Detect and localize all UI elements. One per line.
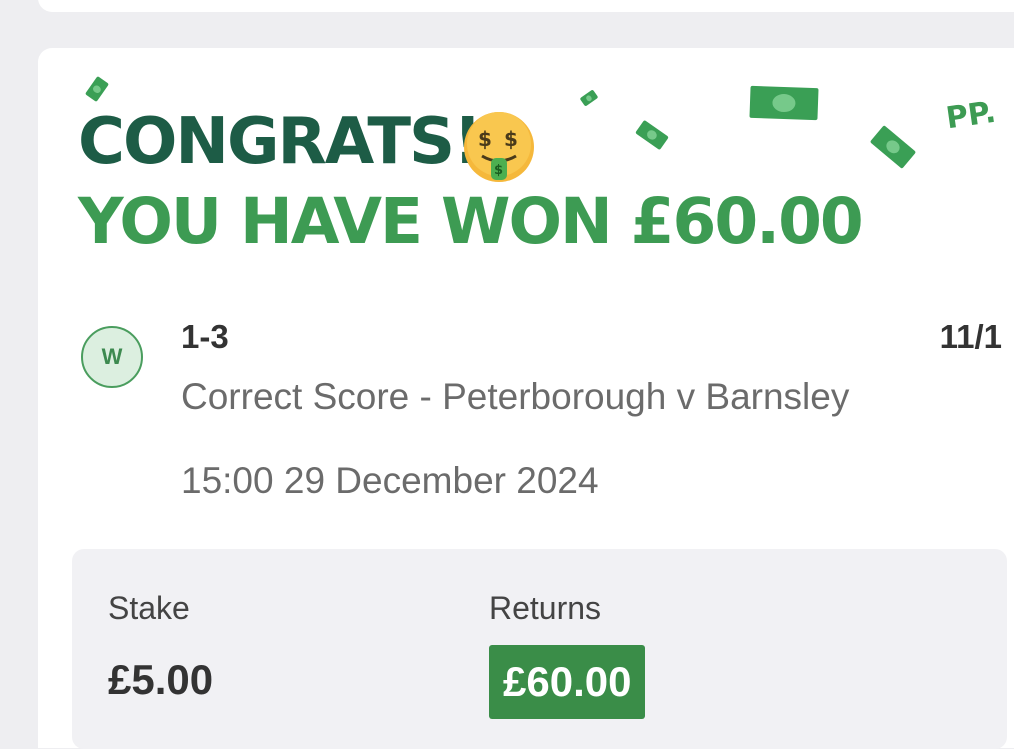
selection-odds: 11/1 [939, 318, 1002, 355]
returns-value-badge: £60.00 [489, 645, 646, 719]
svg-text:$: $ [494, 163, 503, 178]
svg-text:$: $ [504, 127, 518, 151]
brand-logo: PP. [943, 94, 999, 137]
returns-label: Returns [489, 590, 602, 626]
event-datetime: 15:00 29 December 2024 [181, 460, 599, 501]
money-mouth-face-icon: $ $ $ [464, 112, 534, 182]
stake-value: £5.00 [108, 656, 214, 703]
stake-label: Stake [108, 590, 190, 626]
svg-text:$: $ [478, 127, 492, 151]
banknote-icon [749, 85, 819, 121]
previous-card [38, 0, 1014, 12]
market-description: Correct Score - Peterborough v Barnsley [181, 376, 850, 417]
win-status-badge: W [81, 326, 143, 388]
won-amount-heading: YOU HAVE WON £60.00 [78, 185, 864, 258]
congrats-heading: CONGRATS! [78, 105, 482, 179]
selection-score: 1-3 [181, 318, 229, 355]
